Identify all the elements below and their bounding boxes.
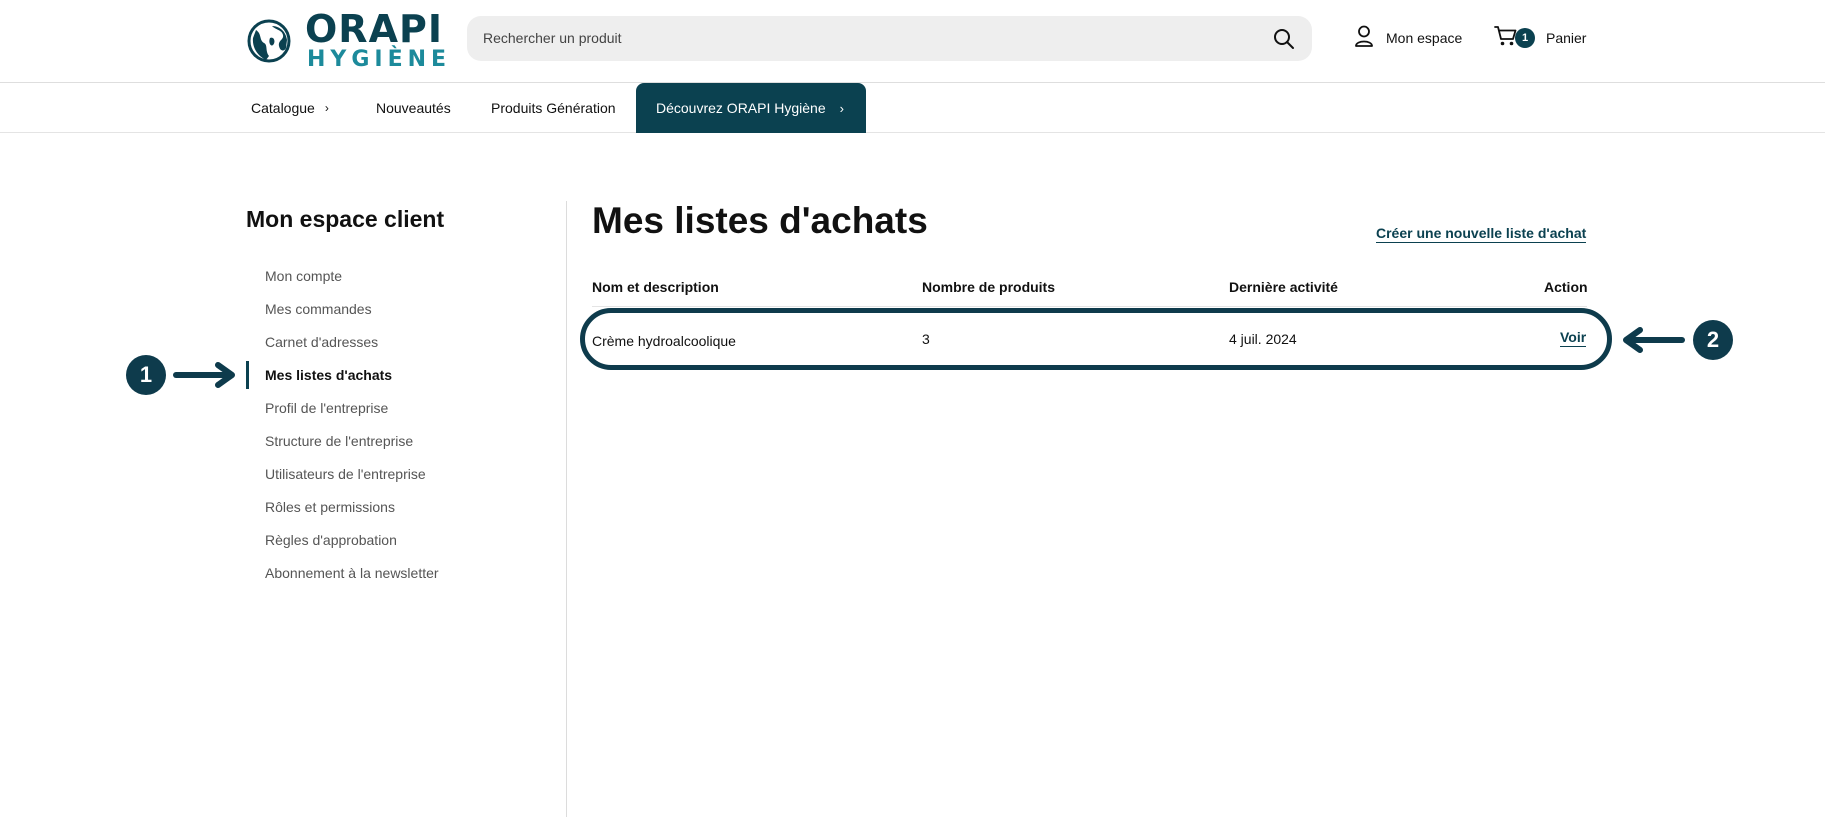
create-list-link[interactable]: Créer une nouvelle liste d'achat	[1376, 225, 1587, 243]
annotation-marker-1: 1	[126, 355, 166, 395]
vertical-divider	[566, 201, 567, 817]
cart-link[interactable]: 1 Panier	[1494, 25, 1587, 50]
sidebar-item-profil-entreprise[interactable]: Profil de l'entreprise	[246, 394, 439, 427]
row-product-count: 3	[922, 331, 930, 347]
sidebar-item-carnet-adresses[interactable]: Carnet d'adresses	[246, 328, 439, 361]
search-icon[interactable]	[1272, 27, 1296, 51]
cart-label: Panier	[1546, 30, 1587, 46]
search-placeholder: Rechercher un produit	[483, 30, 622, 46]
nav-catalogue-label: Catalogue	[251, 100, 315, 116]
globe-icon	[247, 19, 291, 63]
logo-word-hygiene: HYGIÈNE	[307, 47, 452, 72]
sidebar-item-mes-commandes[interactable]: Mes commandes	[246, 295, 439, 328]
sidebar-item-mon-compte[interactable]: Mon compte	[246, 262, 439, 295]
cart-count-badge: 1	[1515, 28, 1535, 48]
account-link[interactable]: Mon espace	[1354, 25, 1463, 52]
sidebar-item-roles-permissions[interactable]: Rôles et permissions	[246, 493, 439, 526]
nav-produits-generation[interactable]: Produits Génération	[491, 83, 616, 133]
nav-decouvrez-button[interactable]: Découvrez ORAPI Hygiène ›	[636, 83, 866, 133]
column-header-action: Action	[1544, 279, 1588, 295]
sidebar-item-mes-listes-achats[interactable]: Mes listes d'achats	[246, 361, 439, 394]
row-name: Crème hydroalcoolique	[592, 333, 736, 349]
search-input[interactable]: Rechercher un produit	[467, 16, 1312, 61]
nav-nouveautes-label: Nouveautés	[376, 100, 451, 116]
user-icon	[1354, 25, 1374, 52]
nav-produits-generation-label: Produits Génération	[491, 100, 616, 116]
nav-nouveautes[interactable]: Nouveautés	[376, 83, 451, 133]
orapi-logo[interactable]: ORAPI HYGIÈNE	[246, 7, 446, 72]
column-header-count: Nombre de produits	[922, 279, 1056, 295]
column-header-activity: Dernière activité	[1229, 279, 1338, 295]
sidebar-item-regles-approbation[interactable]: Règles d'approbation	[246, 526, 439, 559]
main-nav: Catalogue › Nouveautés Produits Générati…	[0, 83, 1825, 133]
nav-decouvrez-label: Découvrez ORAPI Hygiène	[656, 100, 826, 116]
arrow-left-icon	[1623, 327, 1685, 353]
sidebar-item-newsletter[interactable]: Abonnement à la newsletter	[246, 559, 439, 592]
view-list-link[interactable]: Voir	[1560, 329, 1587, 347]
chevron-right-icon: ›	[324, 101, 329, 115]
account-label: Mon espace	[1386, 30, 1463, 46]
sidebar-title: Mon espace client	[246, 206, 445, 232]
row-last-activity: 4 juil. 2024	[1229, 331, 1297, 347]
arrow-right-icon	[173, 362, 235, 388]
sidebar-item-structure-entreprise[interactable]: Structure de l'entreprise	[246, 427, 439, 460]
page-title: Mes listes d'achats	[592, 200, 928, 241]
table-header-divider	[592, 306, 1587, 307]
annotation-marker-2: 2	[1693, 320, 1733, 360]
site-header: ORAPI HYGIÈNE Rechercher un produit Mon …	[0, 0, 1825, 83]
account-sidebar: Mon compte Mes commandes Carnet d'adress…	[246, 262, 439, 592]
nav-catalogue[interactable]: Catalogue ›	[251, 83, 329, 133]
chevron-right-icon: ›	[839, 100, 844, 116]
logo-word-orapi: ORAPI	[305, 7, 443, 51]
column-header-name: Nom et description	[592, 279, 719, 295]
sidebar-item-utilisateurs-entreprise[interactable]: Utilisateurs de l'entreprise	[246, 460, 439, 493]
